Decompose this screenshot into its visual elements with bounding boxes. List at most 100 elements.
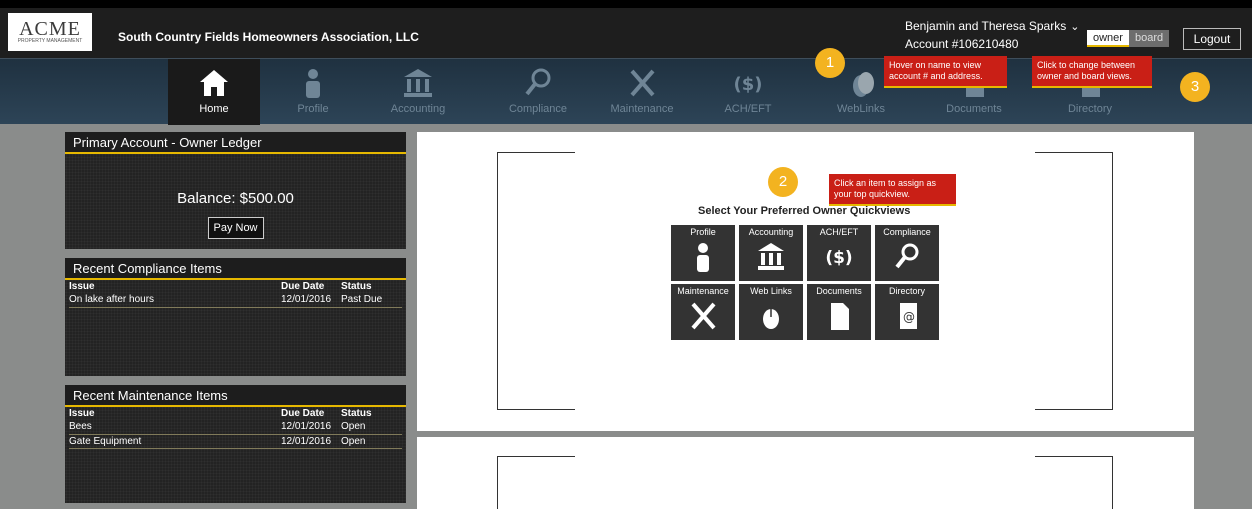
top-strip [0,0,1252,8]
bank-icon [404,69,432,97]
column-header: Due Date [281,408,325,419]
owner-view-button[interactable]: owner [1087,30,1129,47]
issue-cell: Bees [69,420,281,435]
user-menu[interactable]: Benjamin and Theresa Sparks ⌄ Account #10… [905,18,1079,53]
home-icon [200,70,228,96]
callout-account-hover: Hover on name to view account # and addr… [884,56,1007,88]
tile-label: Documents [816,286,862,296]
nav-label: Home [199,103,229,115]
nav-label: ACH/EFT [724,103,772,115]
nav-label: WebLinks [836,103,886,115]
table-row[interactable]: Bees 12/01/2016 Open [69,420,402,435]
due-date-cell: 12/01/2016 [281,434,341,449]
nav-label: Profile [297,103,329,115]
issue-cell: Gate Equipment [69,434,281,449]
compliance-panel: Recent Compliance Items Issue Due Date S… [65,258,406,376]
step-badge: 3 [1180,72,1210,102]
tile-label: Maintenance [677,286,729,296]
header: ACME PROPERTY MANAGEMENT South Country F… [0,8,1252,58]
nav-label: Accounting [390,103,446,115]
status-cell: Open [341,434,402,449]
svg-text:($): ($) [825,248,852,268]
column-header: Status [341,408,372,419]
quickview-tile-maintenance[interactable]: Maintenance [671,284,735,340]
dollar-cycle-icon: ($) [734,74,763,95]
frame-bracket-left-lower [497,456,575,509]
table-row[interactable]: On lake after hours 12/01/2016 Past Due [69,293,402,308]
nav-accounting[interactable]: Accounting [372,59,464,125]
column-header: Issue [69,408,95,419]
quickview-tile-profile[interactable]: Profile [671,225,735,281]
tile-label: Profile [690,227,716,237]
nav-home[interactable]: Home [168,59,260,125]
chevron-down-icon[interactable]: ⌄ [1070,19,1079,36]
account-number: Account #106210480 [905,37,1019,51]
frame-bracket-right [1035,152,1113,410]
step-badge: 1 [815,48,845,78]
nav-label: Documents [946,103,1002,115]
callout-view-toggle: Click to change between owner and board … [1032,56,1152,88]
nav-profile[interactable]: Profile [267,59,359,125]
panel-title: Recent Compliance Items [65,258,406,280]
quickviews-title: Select Your Preferred Owner Quickviews [698,205,911,217]
mouse-icon [763,309,779,329]
tile-label: Web Links [750,286,792,296]
bank-icon [758,243,784,270]
tile-label: ACH/EFT [819,227,859,237]
mouse-cursor-icon [858,72,874,94]
quickview-tile-ach-eft[interactable]: ACH/EFT ($) [807,225,871,281]
tile-label: Directory [888,286,925,296]
panel-title: Recent Maintenance Items [65,385,406,407]
issue-cell: On lake after hours [69,293,281,308]
owner-ledger-panel: Primary Account - Owner Ledger Balance: … [65,132,406,249]
quickview-tile-directory[interactable]: Directory @ [875,284,939,340]
quickview-tile-weblinks[interactable]: Web Links [739,284,803,340]
pay-now-button[interactable]: Pay Now [207,217,264,239]
tile-label: Accounting [748,227,794,237]
table-row[interactable]: Gate Equipment 12/01/2016 Open [69,434,402,449]
panel-title: Primary Account - Owner Ledger [65,132,406,154]
nav-compliance[interactable]: Compliance [492,59,584,125]
svg-text:($): ($) [734,74,763,95]
magnifier-icon [895,243,919,269]
compliance-table: Issue Due Date Status On lake after hour… [69,280,402,308]
column-header: Status [341,281,372,292]
logo-text: ACME [19,18,81,40]
magnifier-icon [525,68,551,96]
document-icon [831,303,849,330]
maintenance-table: Issue Due Date Status Bees 12/01/2016 Op… [69,407,402,449]
due-date-cell: 12/01/2016 [281,420,341,435]
board-view-button[interactable]: board [1128,30,1170,47]
logout-button[interactable]: Logout [1183,28,1241,50]
frame-bracket-left [497,152,575,410]
user-name[interactable]: Benjamin and Theresa Sparks [905,19,1066,33]
nav-label: Directory [1067,103,1112,115]
quickview-tile-documents[interactable]: Documents [807,284,871,340]
due-date-cell: 12/01/2016 [281,293,341,308]
person-icon [306,69,320,98]
frame-bracket-right-lower [1035,456,1113,509]
step-badge: 2 [768,167,798,197]
status-cell: Open [341,420,402,435]
person-icon [697,243,709,272]
quickview-tile-accounting[interactable]: Accounting [739,225,803,281]
callout-quickview: Click an item to assign as your top quic… [829,174,956,206]
quickview-tile-compliance[interactable]: Compliance [875,225,939,281]
svg-text:@: @ [903,310,915,324]
column-header: Due Date [281,281,325,292]
nav-ach-eft[interactable]: ($) ACH/EFT [702,59,794,125]
association-name: South Country Fields Homeowners Associat… [118,30,419,44]
tile-label: Compliance [883,227,931,237]
nav-label: Compliance [508,103,568,115]
view-toggle[interactable]: owner board [1087,30,1170,47]
column-header: Issue [69,281,95,292]
tools-icon [630,69,655,97]
address-book-icon: @ [900,303,917,329]
nav-maintenance[interactable]: Maintenance [596,59,688,125]
status-cell: Past Due [341,293,402,308]
nav-label: Maintenance [610,103,674,115]
balance: Balance: $500.00 [177,190,294,207]
maintenance-panel: Recent Maintenance Items Issue Due Date … [65,385,406,503]
acme-logo[interactable]: ACME PROPERTY MANAGEMENT [8,13,92,51]
logo-subtext: PROPERTY MANAGEMENT [17,38,83,44]
